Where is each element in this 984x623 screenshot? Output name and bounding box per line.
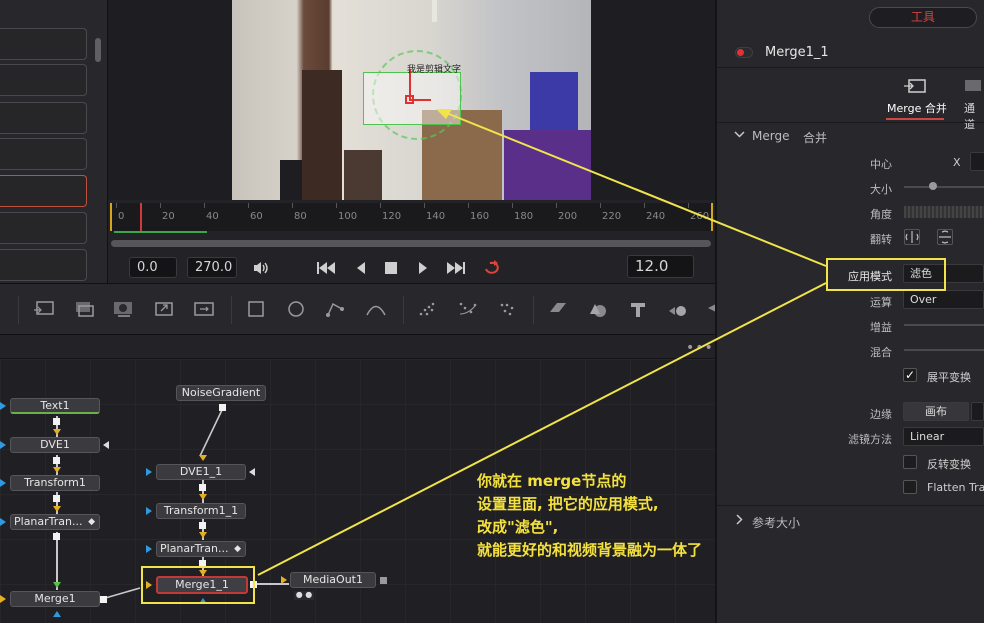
annotation-text: 你就在 merge节点的 设置里面, 把它的应用模式, 改成"滤色", 就能更好… — [477, 472, 703, 559]
